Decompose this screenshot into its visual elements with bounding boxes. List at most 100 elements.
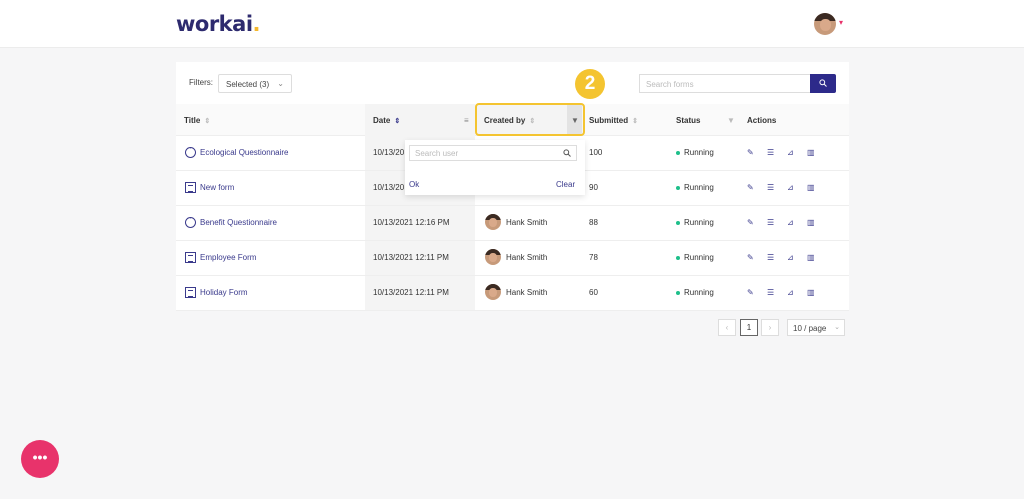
status-badge: Running [676,253,714,262]
page-size-value: 10 / page [793,324,827,333]
column-title-label: Title [184,116,201,125]
column-actions: Actions [747,116,777,125]
chart-icon[interactable]: ⊿ [787,218,794,227]
form-title-link[interactable]: Benefit Questionnaire [200,218,277,227]
filter-clear-button[interactable]: Clear [556,180,575,189]
status-dot [676,255,680,260]
form-date: 10/13/2021 12:11 PM [373,288,449,297]
status-text: Running [684,218,714,227]
avatar [485,284,501,300]
status-dot [676,290,680,295]
document-icon [185,252,196,263]
funnel-icon[interactable]: ▼ [571,116,579,125]
status-dot [676,150,680,155]
delete-icon[interactable]: ▥ [807,183,815,192]
questionnaire-icon [185,215,196,228]
top-bar [0,0,1024,48]
delete-icon[interactable]: ▥ [807,218,815,227]
logo-text: workai [176,12,253,36]
search-icon [819,79,827,87]
status-badge: Running [676,288,714,297]
creator-name: Hank Smith [506,253,548,262]
list-icon[interactable]: ☰ [767,148,774,157]
column-submitted-label: Submitted [589,116,629,125]
chevron-down-icon: ⌄ [834,324,840,331]
sort-icon: ⇕ [529,118,536,125]
form-date: 10/13/20 [373,148,405,157]
prev-page-button[interactable]: ‹ [718,319,736,336]
column-date-label: Date [373,116,391,125]
sort-desc-icon: ⇕ [394,118,401,125]
filters-select[interactable]: Selected (3) ⌄ [218,74,292,93]
avatar [485,214,501,230]
search-input[interactable]: Search forms [639,74,810,93]
status-badge: Running [676,183,714,192]
user-search-input[interactable]: Search user [409,145,577,161]
chart-icon[interactable]: ⊿ [787,253,794,262]
column-title[interactable]: Title ⇕ [184,116,210,125]
user-search-placeholder: Search user [415,149,459,158]
edit-icon[interactable]: ✎ [747,183,754,192]
creator-name: Hank Smith [506,218,548,227]
column-date[interactable]: Date ⇕ [373,116,400,125]
status-badge: Running [676,218,714,227]
funnel-icon[interactable]: ▼ [727,116,735,125]
page-size-select[interactable]: 10 / page ⌄ [787,319,845,336]
form-title-link[interactable]: Holiday Form [200,288,248,297]
column-status-label: Status [676,116,701,125]
status-dot [676,220,680,225]
questionnaire-icon [185,145,196,158]
column-created-by-label: Created by [484,116,526,125]
chevron-down-icon: ⌄ [277,79,284,88]
logo-dot: . [252,12,261,36]
edit-icon[interactable]: ✎ [747,218,754,227]
creator-name: Hank Smith [506,288,548,297]
list-icon[interactable]: ☰ [767,288,774,297]
sort-icon: ⇕ [632,118,638,125]
chevron-down-icon[interactable]: ▾ [839,18,843,27]
filters-label: Filters: [189,78,213,87]
form-date: 10/13/20 [373,183,405,192]
form-submitted: 60 [589,288,598,297]
edit-icon[interactable]: ✎ [747,148,754,157]
document-icon [185,287,196,298]
delete-icon[interactable]: ▥ [807,148,815,157]
form-submitted: 90 [589,183,598,192]
column-submitted[interactable]: Submitted ⇕ [589,116,638,125]
list-icon[interactable]: ☰ [767,253,774,262]
delete-icon[interactable]: ▥ [807,253,815,262]
workai-logo[interactable]: workai. [176,12,261,36]
form-title-link[interactable]: Employee Form [200,253,256,262]
chart-icon[interactable]: ⊿ [787,288,794,297]
form-title-link[interactable]: Ecological Questionnaire [200,148,289,157]
column-status[interactable]: Status [676,116,700,125]
edit-icon[interactable]: ✎ [747,253,754,262]
chart-icon[interactable]: ⊿ [787,148,794,157]
page-1-button[interactable]: 1 [740,319,758,336]
list-icon[interactable]: ☰ [767,183,774,192]
filters-selected-value: Selected (3) [226,80,270,89]
form-submitted: 100 [589,148,603,157]
document-icon [185,182,196,193]
delete-icon[interactable]: ▥ [807,288,815,297]
column-created-by[interactable]: Created by ⇕ [484,116,535,125]
search-button[interactable] [810,74,836,93]
form-submitted: 88 [589,218,598,227]
chart-icon[interactable]: ⊿ [787,183,794,192]
form-date: 10/13/2021 12:11 PM [373,253,449,262]
status-text: Running [684,253,714,262]
form-title-link[interactable]: New form [200,183,234,192]
edit-icon[interactable]: ✎ [747,288,754,297]
floating-menu-button[interactable]: ••• [21,440,59,478]
filter-ok-button[interactable]: Ok [409,180,419,189]
status-dot [676,185,680,190]
user-avatar[interactable] [814,13,836,35]
list-icon[interactable]: ☰ [767,218,774,227]
filter-icon[interactable]: ≡ [464,116,469,125]
next-page-button[interactable]: › [761,319,779,336]
sort-icon: ⇕ [204,118,211,125]
form-date: 10/13/2021 12:16 PM [373,218,450,227]
status-text: Running [684,288,714,297]
avatar [485,249,501,265]
status-text: Running [684,148,714,157]
